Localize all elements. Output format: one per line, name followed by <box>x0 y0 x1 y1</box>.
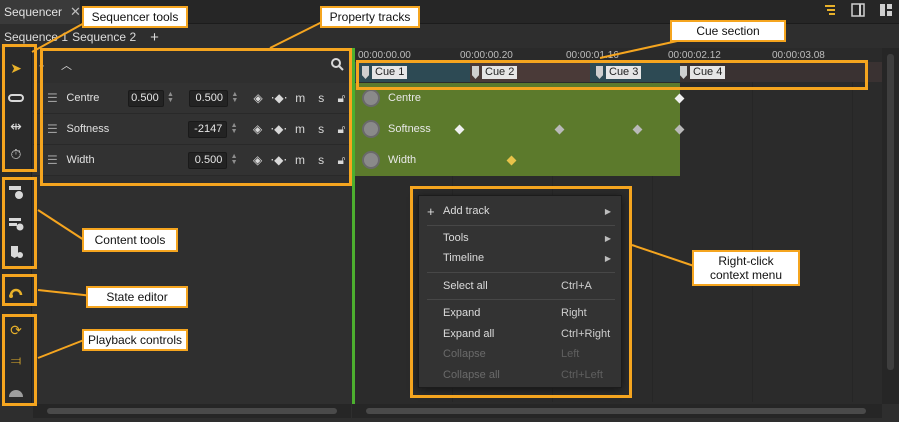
callout-cue-section-box <box>356 60 868 90</box>
sequencer-window: Sequencer ✕ Sequence 1 Sequence 2 + ➤ ⇹ … <box>0 0 899 422</box>
annotation-context-menu: Right-click context menu <box>692 250 800 286</box>
annotation-content-tools: Content tools <box>82 228 178 252</box>
annotation-sequencer-tools: Sequencer tools <box>82 6 188 28</box>
callout-state-editor-box <box>2 274 37 306</box>
annotation-playback-controls: Playback controls <box>82 329 188 351</box>
callout-sequencer-tools-box <box>2 44 37 172</box>
annotation-property-tracks: Property tracks <box>320 6 420 28</box>
annotation-state-editor: State editor <box>86 286 188 308</box>
callout-context-menu-box <box>410 186 632 398</box>
callout-property-tracks-box <box>40 48 352 186</box>
annotation-cue-section: Cue section <box>670 20 786 42</box>
callout-playback-controls-box <box>2 314 37 406</box>
callout-content-tools-box <box>2 177 37 269</box>
